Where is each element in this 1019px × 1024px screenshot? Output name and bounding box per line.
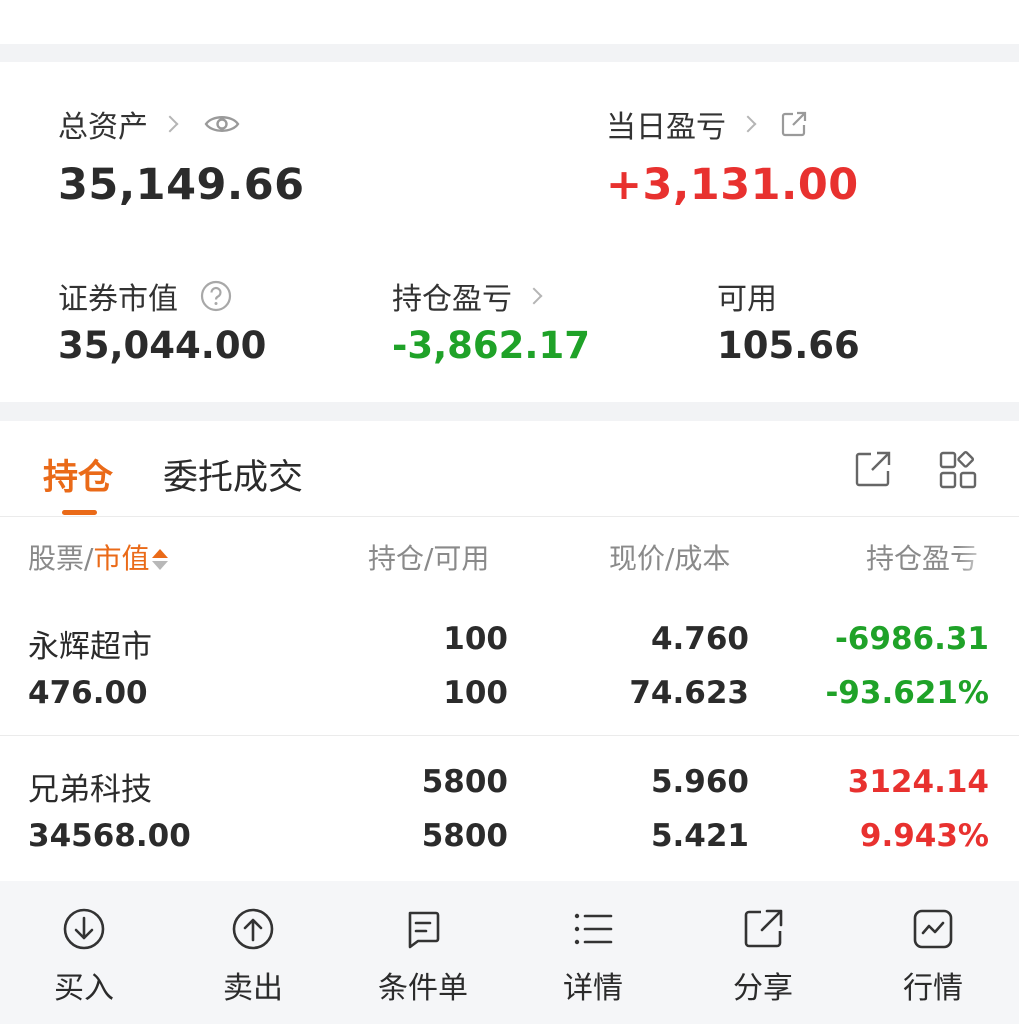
- cost-price: 5.421: [650, 818, 749, 854]
- bottom-toolbar: 买入 卖出 条件单 详情 分享 行情: [0, 881, 1019, 1024]
- daily-pnl-label: 当日盈亏: [606, 110, 726, 145]
- external-link-icon[interactable]: [853, 449, 893, 489]
- help-icon[interactable]: [200, 280, 232, 312]
- buy-label: 买入: [54, 971, 114, 1006]
- share-button[interactable]: 分享: [698, 907, 828, 1007]
- stock-header-label: 股票: [28, 542, 85, 575]
- conditional-order-icon: [408, 911, 440, 949]
- top-bar: [0, 0, 1019, 44]
- grid-layout-icon[interactable]: [938, 449, 980, 491]
- conditional-order-label: 条件单: [378, 971, 468, 1006]
- position-pnl: -6986.31: [834, 621, 989, 657]
- chevron-right-icon: [525, 287, 543, 305]
- market-value: 34568.00: [28, 818, 191, 854]
- market-button[interactable]: 行情: [868, 907, 998, 1007]
- position-pnl-percent: 9.943%: [859, 818, 989, 854]
- share-icon: [744, 909, 783, 948]
- position-pnl-label: 持仓盈亏: [392, 282, 512, 317]
- securities-value-label-row: 证券市值: [58, 274, 232, 318]
- position-qty: 100: [443, 621, 508, 657]
- share-label: 分享: [733, 971, 793, 1006]
- available-qty: 5800: [421, 818, 508, 854]
- available-label-row: 可用: [717, 274, 777, 318]
- position-pnl-percent: -93.621%: [825, 675, 989, 711]
- column-header-pnl: 持仓盈亏: [866, 542, 979, 575]
- position-pnl-link[interactable]: 持仓盈亏: [392, 274, 543, 318]
- market-chart-icon: [913, 909, 953, 949]
- market-value-header-label: 市值: [93, 542, 150, 575]
- sell-icon: [232, 908, 274, 950]
- current-price: 5.960: [650, 764, 749, 800]
- section-divider: [0, 402, 1019, 421]
- tab-positions[interactable]: 持仓: [43, 449, 113, 500]
- column-header-stock[interactable]: 股票/市值: [28, 537, 169, 577]
- sell-label: 卖出: [223, 971, 283, 1006]
- column-header-price: 现价/成本: [609, 542, 731, 575]
- daily-pnl-value: +3,131.00: [606, 160, 859, 210]
- buy-button[interactable]: 买入: [19, 907, 149, 1007]
- details-list-icon: [574, 913, 613, 945]
- holdings-panel: 持仓 委托成交 股票/市值 持仓/可用 现价/成本 持仓盈亏 永辉超市 476.…: [0, 421, 1019, 881]
- market-value: 476.00: [28, 675, 148, 711]
- securities-value-label: 证券市值: [58, 282, 178, 317]
- stock-name: 永辉超市: [28, 629, 152, 665]
- available-label: 可用: [717, 282, 777, 317]
- buy-icon: [63, 908, 105, 950]
- total-assets-label: 总资产: [58, 110, 148, 145]
- column-header-position: 持仓/可用: [368, 542, 490, 575]
- external-link-icon[interactable]: [780, 110, 808, 138]
- available-value: 105.66: [717, 324, 860, 367]
- account-summary: 总资产 35,149.66 当日盈亏 +3,131.00 证券市值 35,044…: [0, 62, 1019, 402]
- securities-value: 35,044.00: [58, 324, 267, 367]
- section-divider: [0, 44, 1019, 62]
- details-button[interactable]: 详情: [528, 907, 658, 1007]
- sell-button[interactable]: 卖出: [188, 907, 318, 1007]
- chevron-right-icon: [161, 115, 179, 133]
- available-qty: 100: [443, 675, 508, 711]
- position-qty: 5800: [421, 764, 508, 800]
- position-pnl: 3124.14: [847, 764, 989, 800]
- market-label: 行情: [903, 971, 963, 1006]
- chevron-right-icon: [739, 115, 757, 133]
- eye-icon[interactable]: [204, 112, 240, 136]
- active-tab-indicator: [62, 510, 97, 515]
- sort-icon[interactable]: [151, 547, 169, 573]
- daily-pnl-link[interactable]: 当日盈亏: [606, 102, 808, 146]
- stock-name: 兄弟科技: [28, 772, 152, 808]
- total-assets-link[interactable]: 总资产: [58, 102, 240, 146]
- divider: [0, 516, 1019, 517]
- cost-price: 74.623: [629, 675, 749, 711]
- conditional-order-button[interactable]: 条件单: [358, 907, 488, 1007]
- tab-orders-trades[interactable]: 委托成交: [163, 449, 303, 500]
- current-price: 4.760: [650, 621, 749, 657]
- divider: [0, 735, 1019, 736]
- total-assets-value: 35,149.66: [58, 160, 305, 210]
- position-pnl-value: -3,862.17: [392, 324, 590, 367]
- details-label: 详情: [563, 971, 623, 1006]
